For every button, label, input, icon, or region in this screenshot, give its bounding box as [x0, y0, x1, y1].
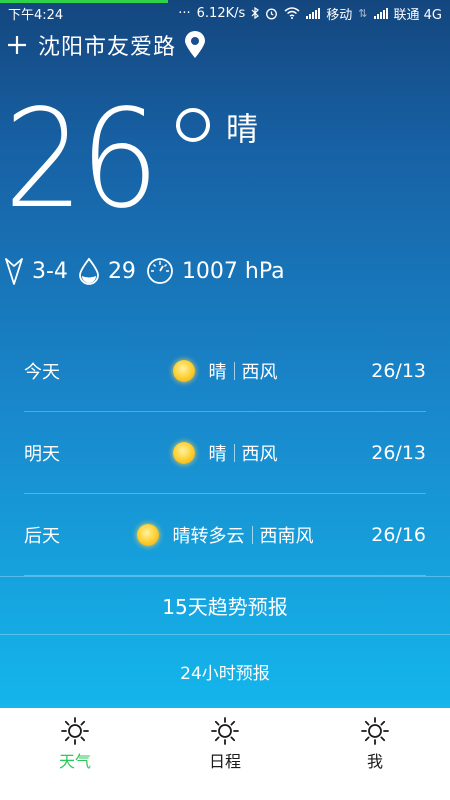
divider — [233, 443, 235, 462]
status-time: 下午4:24 — [8, 7, 64, 23]
weather-stats: 3-4 29 1007 hPa — [4, 256, 295, 286]
bluetooth-icon — [251, 7, 260, 19]
forecast-row-today[interactable]: 今天 晴 西风 26/13 — [24, 330, 426, 412]
wind-stat: 3-4 — [4, 256, 68, 286]
plus-icon — [8, 36, 26, 54]
divider — [233, 361, 235, 380]
humidity-value: 29 — [107, 258, 136, 284]
trend-forecast-button[interactable]: 15天趋势预报 — [0, 576, 450, 634]
divider — [251, 525, 253, 544]
humidity-drop-icon — [79, 257, 99, 285]
forecast-day: 今天 — [24, 361, 60, 383]
pressure-value: 1007 hPa — [181, 258, 285, 284]
sun-icon — [361, 717, 389, 745]
carrier-2: 联通 4G — [393, 7, 442, 23]
forecast-weather: 晴 — [208, 443, 227, 465]
signal-bars-icon — [306, 7, 321, 19]
location-button[interactable] — [184, 31, 206, 59]
forecast-day: 后天 — [24, 525, 60, 547]
city-name[interactable]: 沈阳市友爱路 — [38, 29, 176, 61]
data-arrows-icon: ⇅ — [358, 6, 368, 20]
forecast-weather: 晴 — [208, 361, 227, 383]
forecast-temp-range: 26/13 — [371, 359, 426, 382]
signal-bars-2-icon — [373, 7, 388, 19]
bottom-nav: 天气 日程 我 — [0, 708, 450, 800]
location-pin-icon — [185, 31, 206, 58]
alarm-icon — [265, 7, 278, 20]
forecast-weather: 晴转多云 — [172, 525, 245, 547]
wifi-icon — [284, 7, 300, 19]
forecast-day: 明天 — [24, 443, 60, 465]
wind-direction-icon — [5, 258, 23, 285]
forecast-temp-range: 26/16 — [371, 523, 426, 546]
nav-weather-label: 天气 — [58, 752, 91, 771]
forecast-wind: 西风 — [241, 361, 278, 383]
signal-dots-icon: ··· — [178, 5, 191, 21]
degree-symbol-icon — [176, 108, 210, 142]
current-temperature-block: 26 晴 — [4, 81, 258, 239]
forecast-row-tomorrow[interactable]: 明天 晴 西风 26/13 — [24, 412, 426, 494]
hourly-forecast-button[interactable]: 24小时预报 — [0, 634, 450, 708]
nav-schedule-tab[interactable]: 日程 — [165, 708, 285, 772]
network-speed: 6.12K/s — [196, 5, 246, 21]
wind-level: 3-4 — [32, 258, 68, 284]
sun-icon — [61, 717, 89, 745]
weather-screen: 下午4:24 ··· 6.12K/s 移动 ⇅ 联通 4G 沈阳市友爱路 26 … — [0, 0, 450, 708]
add-city-button[interactable] — [0, 28, 34, 62]
forecast-row-day-after[interactable]: 后天 晴转多云 西南风 26/16 — [24, 494, 426, 576]
forecast-wind: 西风 — [241, 443, 278, 465]
sun-icon — [211, 717, 239, 745]
current-condition: 晴 — [226, 110, 259, 148]
pressure-stat: 1007 hPa — [146, 257, 285, 285]
humidity-stat: 29 — [78, 257, 136, 285]
daily-forecast-list: 今天 晴 西风 26/13 明天 晴 西风 26/13 后天 晴转多云 西南风 … — [0, 330, 450, 576]
nav-weather-tab[interactable]: 天气 — [15, 708, 135, 772]
pressure-gauge-icon — [147, 258, 173, 284]
nav-schedule-label: 日程 — [208, 752, 241, 771]
nav-me-label: 我 — [366, 752, 383, 771]
current-temperature: 26 — [4, 81, 160, 239]
sunny-icon — [172, 441, 195, 464]
sunny-icon — [172, 359, 195, 382]
forecast-temp-range: 26/13 — [371, 441, 426, 464]
status-bar: 下午4:24 ··· 6.12K/s 移动 ⇅ 联通 4G — [0, 0, 450, 26]
carrier-1: 移动 — [326, 7, 353, 23]
forecast-wind: 西南风 — [259, 525, 314, 547]
nav-me-tab[interactable]: 我 — [315, 708, 435, 772]
header: 沈阳市友爱路 — [0, 28, 450, 62]
